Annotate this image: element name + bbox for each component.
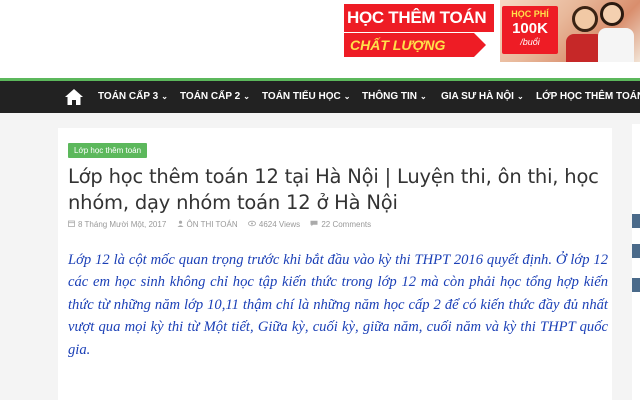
chevron-down-icon: ⌄ [420, 92, 427, 101]
nav-item-label: TOÁN CẤP 2 [180, 91, 241, 102]
nav-item-thong-tin[interactable]: THÔNG TIN ⌄ [362, 81, 427, 113]
price-label: HỌC PHÍ [511, 9, 549, 19]
chevron-down-icon: ⌄ [343, 92, 351, 101]
banner-photo-figure [598, 28, 634, 62]
post-author-text: ÔN THI TOÁN [186, 220, 238, 229]
chevron-down-icon: ⌄ [243, 92, 250, 101]
post-views: 4624 Views [247, 220, 301, 229]
calendar-icon [68, 220, 75, 229]
price-unit: /buổi [520, 37, 540, 47]
eye-icon [247, 220, 256, 229]
banner-ad[interactable]: HỌC THÊM TOÁN CHẤT LƯỢNG CAO HỌC PHÍ 100… [344, 0, 640, 62]
banner-photo: HỌC PHÍ 100K /buổi [500, 0, 640, 62]
sidebar-thumbnail[interactable] [632, 278, 640, 292]
chevron-down-icon: ⌄ [161, 92, 168, 101]
post-title: Lớp học thêm toán 12 tại Hà Nội | Luyện … [68, 165, 599, 214]
category-tag[interactable]: Lớp học thêm toán [68, 143, 148, 158]
sidebar-thumbnail[interactable] [632, 244, 640, 258]
banner-title: HỌC THÊM TOÁN [344, 4, 494, 32]
sidebar-edge [632, 124, 640, 400]
nav-item-toan-cap-3[interactable]: TOÁN CẤP 3 ⌄ [98, 81, 168, 113]
comment-icon [310, 220, 318, 229]
price-badge: HỌC PHÍ 100K /buổi [502, 6, 558, 54]
user-icon [177, 220, 184, 229]
nav-item-label: GIA SƯ HÀ NỘI [441, 91, 514, 102]
article: Lớp học thêm toán Lớp học thêm toán 12 t… [58, 128, 612, 400]
sidebar-thumbnail[interactable] [632, 214, 640, 228]
banner-photo-face [600, 2, 624, 26]
nav-item-label: TOÁN CẤP 3 [98, 91, 159, 102]
post-author[interactable]: ÔN THI TOÁN [177, 220, 238, 229]
nav-item-label: TOÁN TIỂU HỌC [262, 91, 341, 102]
nav-item-label: THÔNG TIN [362, 91, 417, 102]
banner-subtitle: CHẤT LƯỢNG CAO [344, 33, 486, 62]
nav-item-gia-su-ha-noi[interactable]: GIA SƯ HÀ NỘI ⌄ [441, 81, 524, 113]
site-header: HỌC THÊM TOÁN CHẤT LƯỢNG CAO HỌC PHÍ 100… [0, 0, 640, 78]
nav-item-lop-hoc-them-toan[interactable]: LỚP HỌC THÊM TOÁN [536, 81, 640, 113]
banner-text-block: HỌC THÊM TOÁN CHẤT LƯỢNG CAO [344, 0, 500, 62]
chevron-down-icon: ⌄ [516, 92, 524, 101]
post-body: Lớp 12 là cột mốc quan trọng trước khi b… [68, 252, 608, 358]
home-icon[interactable] [64, 88, 84, 106]
nav-item-toan-cap-2[interactable]: TOÁN CẤP 2 ⌄ [180, 81, 250, 113]
nav-item-toan-tieu-hoc[interactable]: TOÁN TIỂU HỌC ⌄ [262, 81, 350, 113]
main-nav: TOÁN CẤP 3 ⌄ TOÁN CẤP 2 ⌄ TOÁN TIỂU HỌC ⌄ T… [0, 81, 640, 113]
post-meta: 8 Tháng Mười Một, 2017 ÔN THI TOÁN 4624 … [68, 220, 379, 232]
banner-photo-face [572, 6, 598, 32]
post-date: 8 Tháng Mười Một, 2017 [68, 220, 166, 229]
nav-item-label: LỚP HỌC THÊM TOÁN [536, 91, 640, 102]
post-comments[interactable]: 22 Comments [310, 220, 371, 229]
price-value: 100K [512, 20, 548, 37]
post-comments-text: 22 Comments [321, 220, 372, 229]
post-views-text: 4624 Views [258, 220, 301, 229]
post-date-text: 8 Tháng Mười Một, 2017 [78, 220, 167, 229]
